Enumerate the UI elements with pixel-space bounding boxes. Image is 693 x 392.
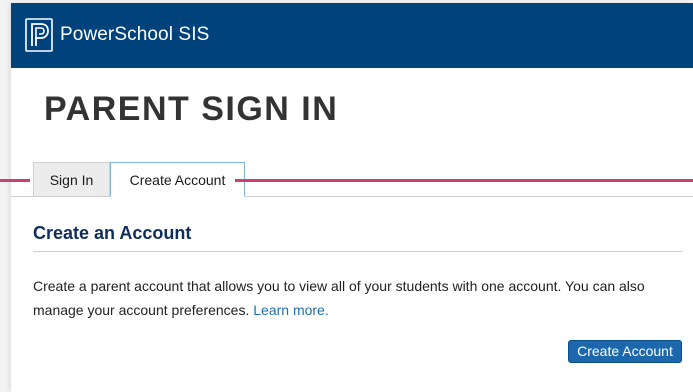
create-account-button[interactable]: Create Account [568, 340, 682, 363]
learn-more-link[interactable]: Learn more. [253, 302, 328, 318]
annotation-line-left [0, 179, 30, 182]
create-account-description: Create a parent account that allows you … [33, 274, 673, 322]
description-text: Create a parent account that allows you … [33, 278, 645, 318]
page-card: PowerSchool SIS PARENT SIGN IN [11, 3, 693, 392]
powerschool-p-logo-icon [25, 18, 53, 52]
page-title: PARENT SIGN IN [44, 90, 339, 128]
section-title: Create an Account [33, 223, 192, 243]
app-header: PowerSchool SIS [11, 3, 693, 68]
tab-create-account[interactable]: Create Account [110, 162, 245, 197]
brand-name: PowerSchool SIS [60, 24, 210, 45]
tab-sign-in[interactable]: Sign In [33, 162, 110, 196]
annotation-line-right [235, 179, 693, 182]
section-divider [33, 251, 683, 252]
